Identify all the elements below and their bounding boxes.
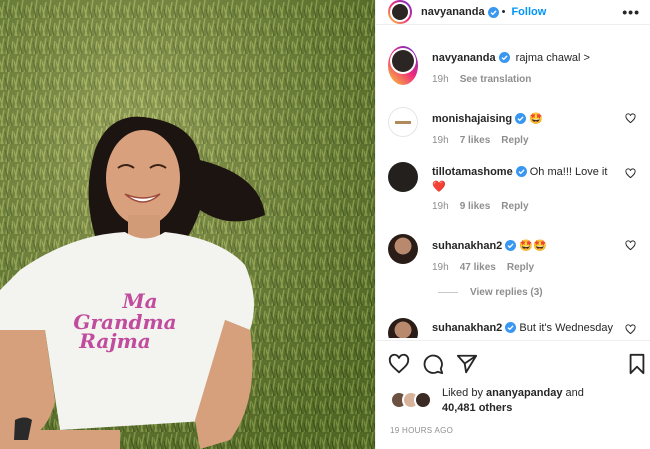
view-replies-button[interactable]: View replies (3) [438, 287, 543, 298]
comment-time: 19h [432, 135, 449, 146]
comment-item: tillotamashome Oh ma!!! Love it ❤️ 19h 9 … [388, 162, 638, 212]
author-username[interactable]: navyananda [421, 6, 485, 18]
verified-icon [498, 52, 510, 63]
comment-likes[interactable]: 47 likes [460, 262, 496, 273]
reply-button[interactable]: Reply [501, 135, 528, 146]
comment-likes[interactable]: 7 likes [460, 135, 491, 146]
caption-time: 19h [432, 74, 449, 85]
bookmark-icon[interactable] [626, 353, 648, 375]
caption: navyananda rajma chawal > 19h See transla… [388, 46, 638, 85]
follow-button[interactable]: Follow [511, 6, 546, 18]
caption-avatar[interactable] [388, 46, 418, 85]
comment-likes[interactable]: 9 likes [460, 201, 491, 212]
more-icon[interactable]: ••• [622, 4, 640, 20]
liked-by-count[interactable]: 40,481 others [442, 402, 512, 414]
replies-divider [438, 292, 458, 293]
comment-username[interactable]: tillotamashome [432, 166, 513, 178]
heart-icon[interactable] [625, 324, 636, 335]
post-photo[interactable]: Ma Grandma Rajma [0, 0, 375, 449]
view-replies-label: View replies (3) [470, 287, 543, 298]
reply-button[interactable]: Reply [507, 262, 534, 273]
post-header: navyananda • Follow ••• [376, 0, 650, 25]
comment-item: suhanakhan2 🤩🤩 19h 47 likes Reply [388, 234, 638, 273]
verified-icon [505, 322, 517, 333]
caption-username[interactable]: navyananda [432, 52, 496, 64]
liker-avatars[interactable] [390, 391, 436, 411]
comment-username[interactable]: suhanakhan2 [432, 240, 502, 252]
heart-icon[interactable] [625, 168, 636, 179]
verified-icon [505, 240, 517, 251]
comment-time: 19h [432, 262, 449, 273]
comment-time: 19h [432, 201, 449, 212]
heart-icon[interactable] [625, 113, 636, 124]
shirt-text-3: Rajma [78, 329, 150, 353]
comment-text-2: ❤️ [432, 181, 446, 193]
verified-icon [515, 113, 527, 124]
caption-text: rajma chawal > [515, 52, 590, 64]
comment-avatar[interactable] [388, 234, 418, 264]
comment-username[interactable]: monishajaising [432, 113, 512, 125]
likes-summary: Liked by ananyapanday and 40,481 others [390, 386, 584, 416]
see-translation-link[interactable]: See translation [460, 74, 532, 85]
comment-text: 🤩🤩 [519, 240, 547, 252]
post-image: Ma Grandma Rajma [0, 0, 375, 449]
comment-text: 🤩 [529, 113, 543, 125]
comment-text: But it's Wednesday [519, 322, 613, 334]
comment-icon[interactable] [422, 353, 444, 375]
separator-dot: • [501, 6, 506, 18]
comment-avatar[interactable] [388, 107, 418, 137]
heart-icon[interactable] [388, 353, 410, 375]
share-icon[interactable] [456, 353, 478, 375]
comment-username[interactable]: suhanakhan2 [432, 322, 502, 334]
author-avatar[interactable] [388, 0, 412, 24]
verified-icon [487, 6, 499, 18]
comment-avatar[interactable] [388, 318, 418, 338]
verified-icon [515, 166, 527, 177]
liked-by-user[interactable]: ananyapanday [486, 387, 562, 399]
liked-by-and: and [565, 387, 584, 399]
heart-icon[interactable] [625, 240, 636, 251]
comment-item: monishajaising 🤩 19h 7 likes Reply [388, 107, 638, 146]
reply-button[interactable]: Reply [501, 201, 528, 212]
liked-by-prefix: Liked by [442, 387, 483, 399]
comment-avatar[interactable] [388, 162, 418, 192]
comment-item: suhanakhan2 But it's Wednesday [388, 318, 638, 338]
post-panel: navyananda • Follow ••• navyananda rajma… [375, 0, 650, 449]
action-bar [376, 340, 650, 385]
post-timestamp[interactable]: 19 HOURS AGO [390, 426, 453, 435]
comment-text: Oh ma!!! Love it [529, 166, 608, 178]
